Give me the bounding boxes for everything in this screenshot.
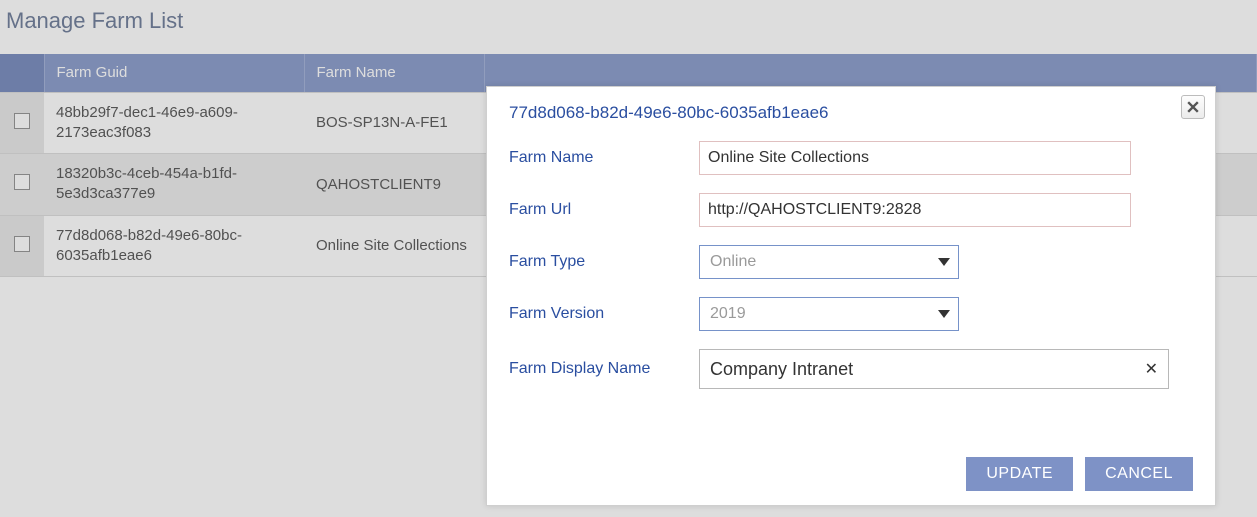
- farm-display-name-input[interactable]: [710, 359, 1132, 380]
- close-button[interactable]: [1181, 95, 1205, 119]
- label-farm-url: Farm Url: [509, 201, 699, 219]
- cell-name: Online Site Collections: [304, 215, 484, 277]
- row-checkbox[interactable]: [14, 113, 30, 129]
- page-title: Manage Farm List: [0, 0, 1257, 54]
- farm-url-input[interactable]: [699, 193, 1131, 227]
- farm-version-value: 2019: [710, 305, 746, 323]
- cancel-button[interactable]: CANCEL: [1085, 457, 1193, 491]
- row-checkbox[interactable]: [14, 236, 30, 252]
- farm-type-value: Online: [710, 253, 756, 271]
- farm-name-input[interactable]: [699, 141, 1131, 175]
- clear-input-icon[interactable]: ✕: [1145, 359, 1158, 379]
- row-checkbox[interactable]: [14, 174, 30, 190]
- cell-guid: 77d8d068-b82d-49e6-80bc-6035afb1eae6: [44, 215, 304, 277]
- update-button[interactable]: UPDATE: [966, 457, 1073, 491]
- label-farm-display-name: Farm Display Name: [509, 360, 699, 378]
- header-name[interactable]: Farm Name: [304, 54, 484, 92]
- farm-version-select[interactable]: 2019: [699, 297, 959, 331]
- header-checkbox-col: [0, 54, 44, 92]
- modal-farm-guid: 77d8d068-b82d-49e6-80bc-6035afb1eae6: [509, 103, 1193, 123]
- chevron-down-icon: [938, 310, 950, 318]
- cell-name: QAHOSTCLIENT9: [304, 154, 484, 216]
- chevron-down-icon: [938, 258, 950, 266]
- cell-guid: 48bb29f7-dec1-46e9-a609-2173eac3f083: [44, 92, 304, 154]
- farm-display-name-field[interactable]: ✕: [699, 349, 1169, 389]
- farm-type-select[interactable]: Online: [699, 245, 959, 279]
- label-farm-type: Farm Type: [509, 253, 699, 271]
- edit-farm-modal: 77d8d068-b82d-49e6-80bc-6035afb1eae6 Far…: [486, 86, 1216, 506]
- label-farm-name: Farm Name: [509, 149, 699, 167]
- label-farm-version: Farm Version: [509, 305, 699, 323]
- cell-guid: 18320b3c-4ceb-454a-b1fd-5e3d3ca377e9: [44, 154, 304, 216]
- close-icon: [1187, 101, 1199, 113]
- cell-name: BOS-SP13N-A-FE1: [304, 92, 484, 154]
- header-guid[interactable]: Farm Guid: [44, 54, 304, 92]
